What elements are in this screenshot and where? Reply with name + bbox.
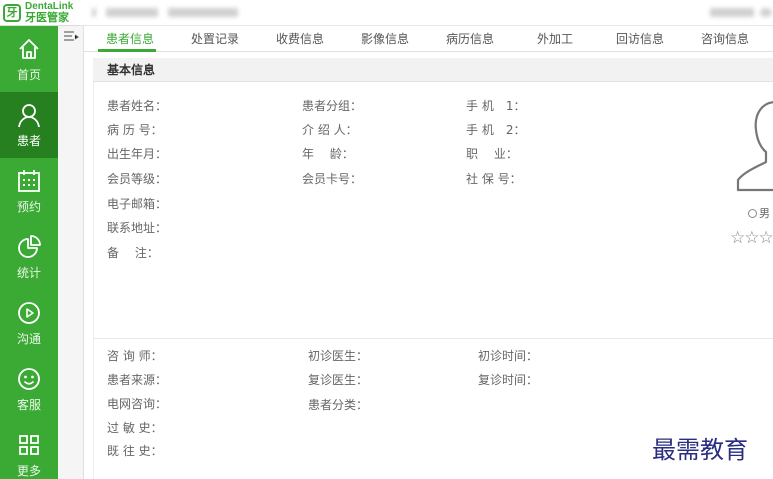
sidebar-item-statistics[interactable]: 统计	[0, 224, 58, 290]
sidebar-item-communication[interactable]: 沟通	[0, 290, 58, 356]
sidebar-item-label: 统计	[16, 266, 41, 280]
section-title: 基本信息	[107, 63, 156, 77]
calendar-icon	[18, 170, 40, 192]
blurred-text	[168, 8, 238, 17]
field-label: 介 绍 人：	[302, 123, 358, 137]
sidebar-item-home[interactable]: 首页	[0, 26, 58, 92]
blurred-text	[710, 8, 754, 17]
patient-info-panel	[93, 82, 773, 479]
sidebar-item-more[interactable]: 更多	[0, 422, 58, 479]
field-label: 初诊医生：	[308, 349, 369, 363]
app-logo: 牙 DentaLink 牙医管家	[0, 0, 80, 26]
field-label: 联系地址：	[107, 221, 168, 235]
sidebar: 首页 患者 预约 统计 沟通 客服 更多	[0, 0, 58, 479]
search-icon[interactable]	[760, 8, 772, 17]
section-divider	[93, 338, 773, 339]
field-label: 电子邮箱：	[107, 197, 168, 211]
pie-chart-icon	[18, 235, 41, 258]
section-header: 基本信息	[93, 58, 773, 82]
field-label: 社 保 号：	[466, 172, 522, 186]
sidebar-item-label: 预约	[16, 200, 41, 214]
tab-follow-up-info[interactable]: 回访信息	[616, 26, 664, 52]
sidebar-item-label: 首页	[16, 68, 41, 82]
field-label: 病 历 号：	[107, 123, 163, 137]
field-label: 手 机 1：	[466, 99, 526, 113]
collapse-menu-icon[interactable]	[63, 30, 79, 44]
field-label: 既 往 史：	[107, 444, 163, 458]
sidebar-item-label: 患者	[16, 134, 41, 148]
tab-consultation-info[interactable]: 咨询信息	[701, 26, 749, 52]
top-bar	[80, 0, 773, 26]
active-tab-indicator	[98, 49, 156, 52]
smile-face-icon	[18, 368, 40, 390]
field-label: 患者来源：	[107, 373, 168, 387]
tab-medical-records[interactable]: 病历信息	[446, 26, 494, 52]
field-label: 年 龄：	[302, 147, 354, 161]
field-label: 会员卡号：	[302, 172, 363, 186]
sidebar-item-label: 更多	[16, 464, 41, 478]
field-label: 咨 询 师：	[107, 349, 163, 363]
gender-radio-male[interactable]: 男	[748, 205, 770, 221]
sidebar-item-patient[interactable]: 患者	[0, 92, 58, 158]
tab-bar: 患者信息 处置记录 收费信息 影像信息 病历信息 外加工 回访信息 咨询信息	[84, 26, 773, 52]
sidebar-item-appointment[interactable]: 预约	[0, 158, 58, 224]
field-label: 患者姓名：	[107, 99, 168, 113]
field-label: 出生年月：	[107, 147, 168, 161]
field-label: 过 敏 史：	[107, 421, 163, 435]
logo-text-cn: 牙医管家	[25, 11, 69, 24]
avatar-placeholder-icon[interactable]	[736, 100, 773, 192]
blurred-text	[106, 8, 158, 17]
grid-icon	[19, 435, 39, 455]
play-circle-icon	[18, 302, 40, 324]
field-label: 会员等级：	[107, 172, 168, 186]
gender-label: 男	[759, 207, 770, 220]
tab-imaging-info[interactable]: 影像信息	[361, 26, 409, 52]
field-label: 备 注：	[107, 246, 159, 260]
field-label: 职 业：	[466, 147, 518, 161]
home-icon	[19, 39, 39, 59]
tab-billing-info[interactable]: 收费信息	[276, 26, 324, 52]
field-label: 电网咨询：	[107, 397, 168, 411]
sidebar-item-service[interactable]: 客服	[0, 356, 58, 422]
radio-circle-icon	[748, 209, 757, 218]
watermark-text: 最需教育	[652, 436, 748, 464]
field-label: 患者分类：	[308, 398, 369, 412]
tab-outsourcing[interactable]: 外加工	[537, 26, 573, 52]
field-label: 复诊医生：	[308, 373, 369, 387]
field-label: 患者分组：	[302, 99, 363, 113]
sidebar-item-label: 客服	[16, 398, 41, 412]
rating-stars[interactable]: ☆☆☆	[730, 228, 773, 248]
field-label: 手 机 2：	[466, 123, 526, 137]
field-label: 初诊时间：	[478, 349, 539, 363]
sidebar-item-label: 沟通	[16, 332, 41, 346]
sidebar-collapse-strip	[58, 26, 84, 479]
tab-treatment-records[interactable]: 处置记录	[191, 26, 239, 52]
blurred-text	[92, 8, 96, 17]
field-label: 复诊时间：	[478, 373, 539, 387]
person-icon	[18, 104, 40, 128]
tooth-logo-icon: 牙	[3, 4, 21, 22]
